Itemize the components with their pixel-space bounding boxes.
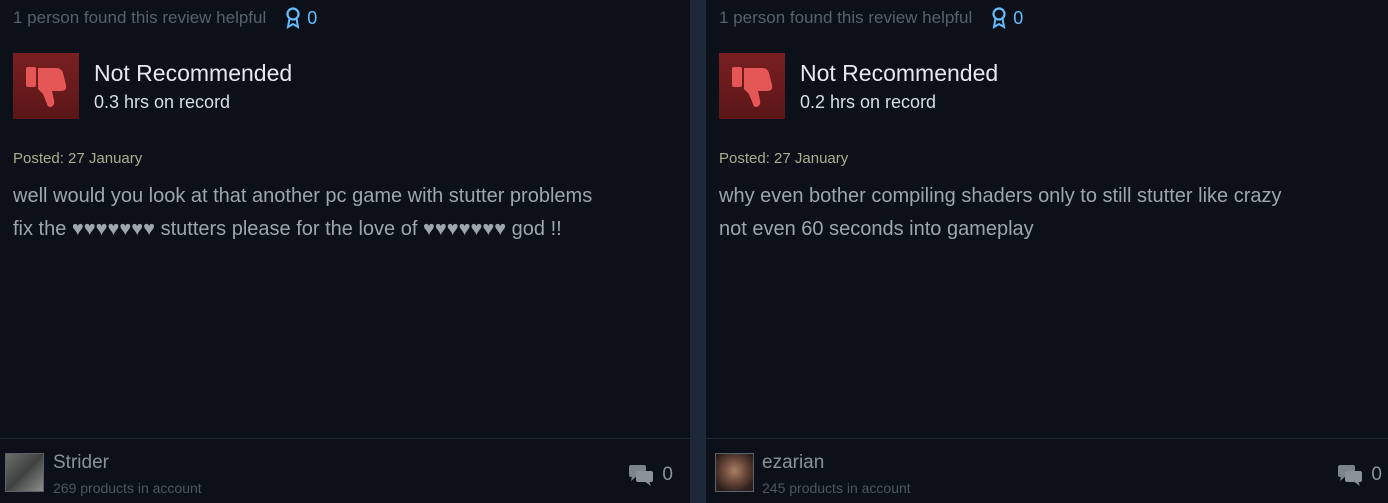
thumbs-down-icon	[26, 67, 67, 107]
user-name-link[interactable]: ezarian	[762, 452, 824, 474]
verdict-title: Not Recommended	[94, 59, 293, 86]
helpful-row: 1 person found this review helpful 0	[719, 6, 1023, 30]
thumbs-down-icon	[732, 67, 773, 107]
comment-count: 0	[1371, 464, 1382, 485]
award-count: 0	[307, 7, 318, 28]
reviews-page: 1 person found this review helpful 0 Not…	[0, 0, 1388, 503]
review-line: well would you look at that another pc g…	[13, 185, 593, 207]
review-card: 1 person found this review helpful 0 Not…	[0, 0, 690, 503]
avatar[interactable]	[5, 453, 44, 492]
review-footer: Strider 269 products in account 0	[0, 438, 690, 503]
review-line: not even 60 seconds into gameplay	[719, 218, 1034, 240]
award-count: 0	[1013, 7, 1024, 28]
review-body: why even bother compiling shaders only t…	[719, 180, 1383, 246]
comments-button[interactable]: 0	[628, 463, 673, 487]
user-name-link[interactable]: Strider	[53, 452, 109, 474]
award-ribbon-icon	[992, 7, 1006, 29]
review-footer: ezarian 245 products in account 0	[706, 438, 1388, 503]
thumb-tile	[719, 53, 785, 119]
hours-on-record: 0.3 hrs on record	[94, 91, 231, 112]
products-in-account: 269 products in account	[53, 480, 202, 496]
verdict-row: Not Recommended 0.2 hrs on record	[719, 53, 998, 119]
avatar[interactable]	[715, 453, 754, 492]
verdict-text: Not Recommended 0.3 hrs on record	[94, 59, 292, 114]
verdict-row: Not Recommended 0.3 hrs on record	[13, 53, 292, 119]
award-button[interactable]: 0	[285, 7, 317, 29]
thumb-tile	[13, 53, 79, 119]
helpful-count-text: 1 person found this review helpful	[719, 8, 973, 27]
verdict-text: Not Recommended 0.2 hrs on record	[800, 59, 998, 114]
review-card: 1 person found this review helpful 0 Not…	[706, 0, 1388, 503]
posted-date: Posted: 27 January	[719, 150, 849, 167]
verdict-title: Not Recommended	[800, 59, 999, 86]
posted-date: Posted: 27 January	[13, 150, 143, 167]
comment-count: 0	[662, 464, 673, 485]
helpful-count-text: 1 person found this review helpful	[13, 8, 267, 27]
review-body: well would you look at that another pc g…	[13, 180, 677, 246]
comments-button[interactable]: 0	[1337, 463, 1382, 487]
comment-bubbles-icon	[629, 465, 654, 486]
hours-on-record: 0.2 hrs on record	[800, 91, 937, 112]
award-button[interactable]: 0	[991, 7, 1023, 29]
comment-bubbles-icon	[1338, 465, 1363, 486]
review-line: fix the ♥♥♥♥♥♥♥ stutters please for the …	[13, 218, 562, 240]
products-in-account: 245 products in account	[762, 480, 911, 496]
helpful-row: 1 person found this review helpful 0	[13, 6, 317, 30]
review-line: why even bother compiling shaders only t…	[719, 185, 1282, 207]
award-ribbon-icon	[286, 7, 300, 29]
